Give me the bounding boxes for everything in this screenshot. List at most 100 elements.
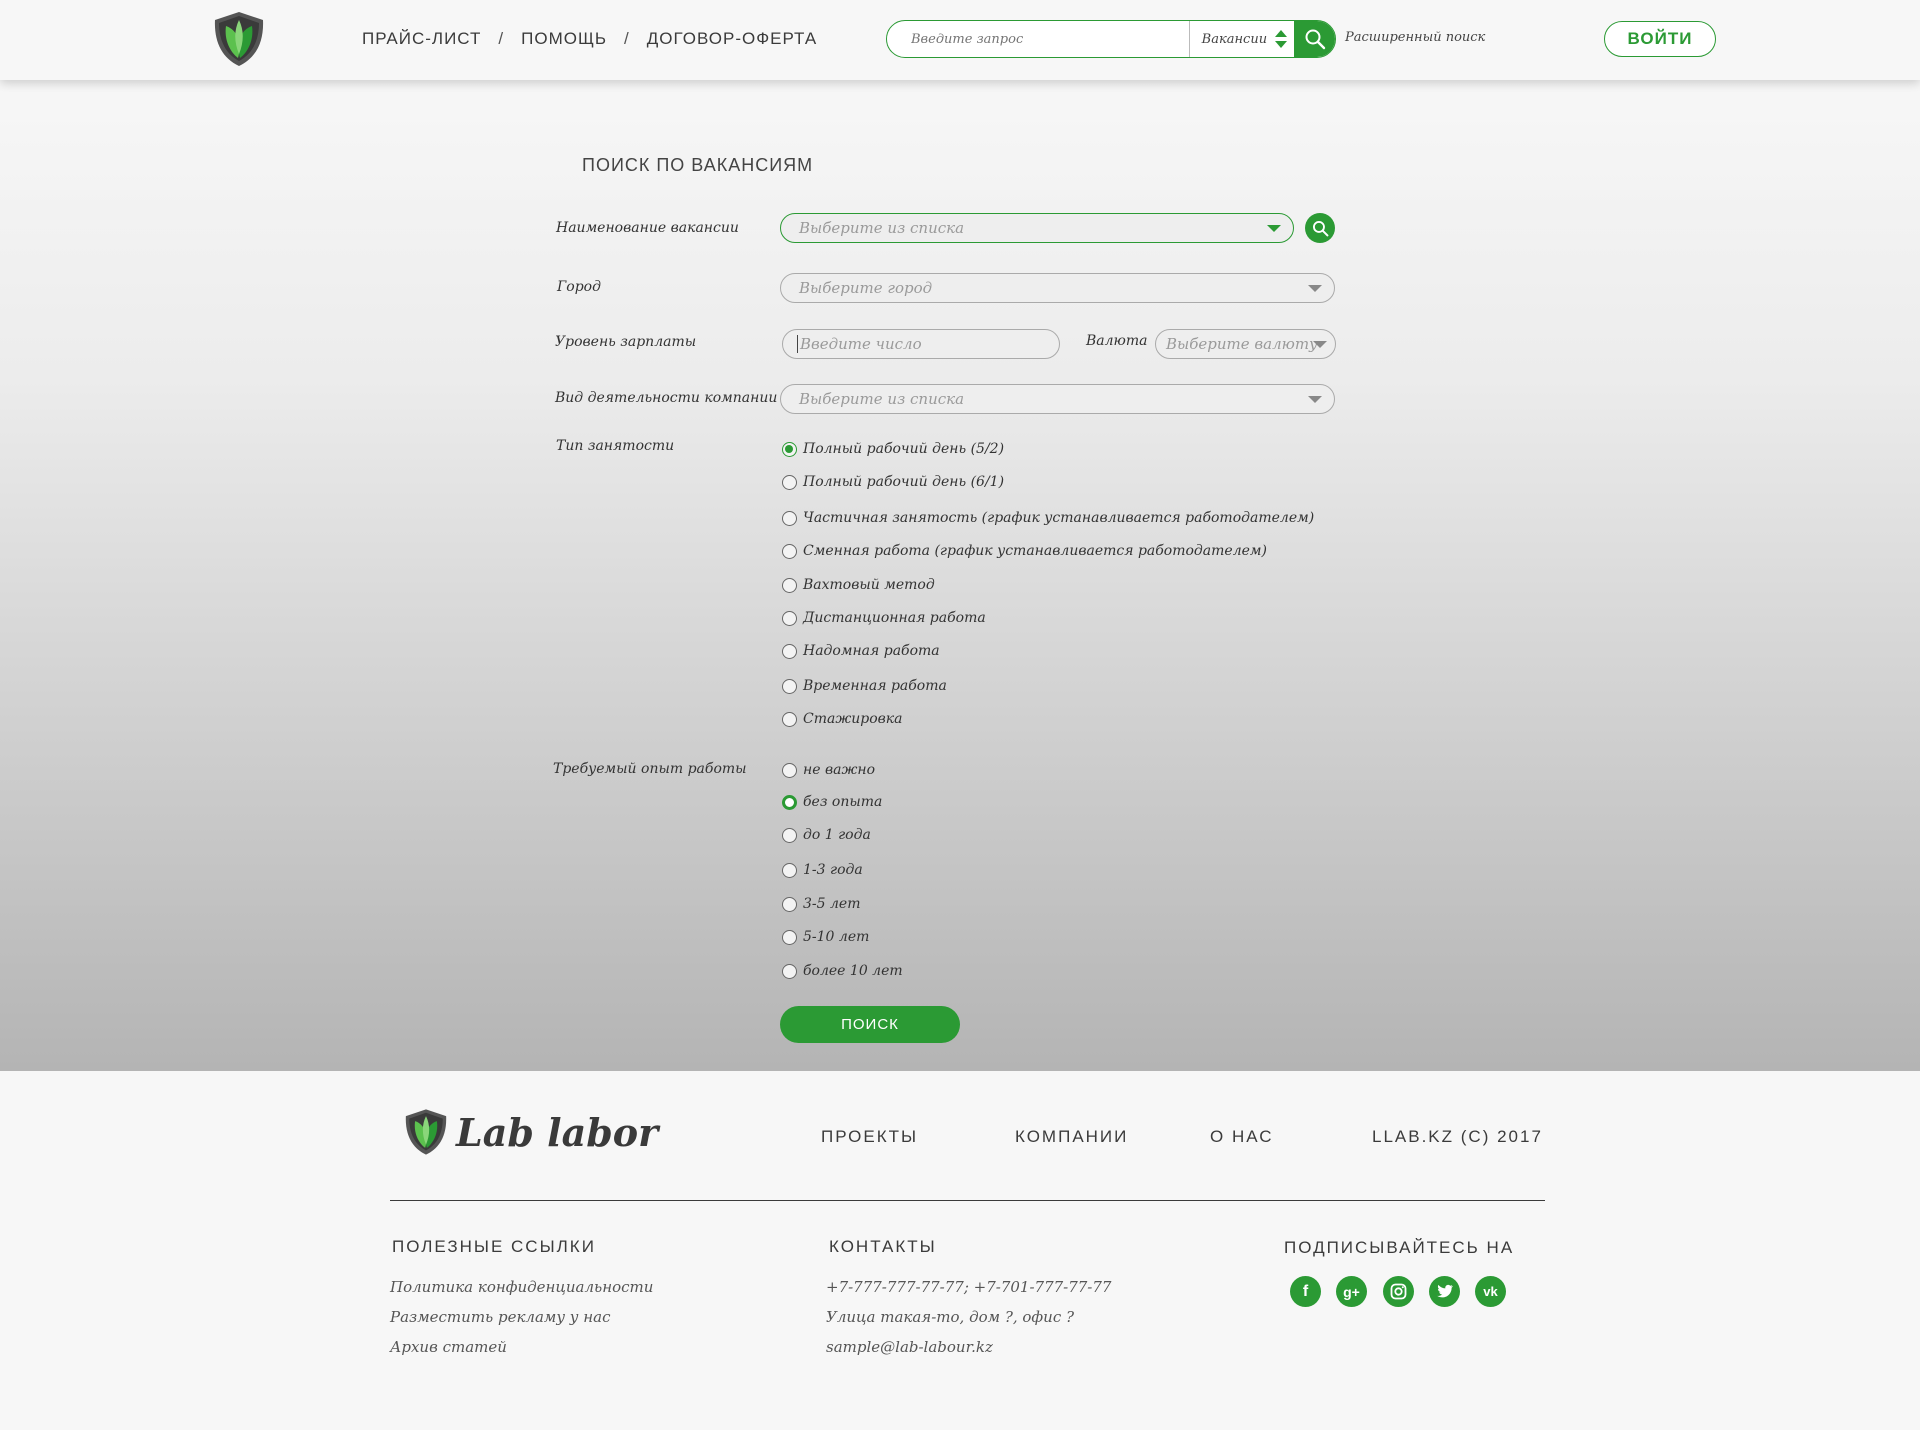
experience-option-label: до 1 года: [803, 827, 871, 843]
contact-address: Улица такая-то, дом ?, офис ?: [826, 1308, 1075, 1326]
footer-logo[interactable]: Lab labor: [400, 1106, 658, 1158]
employment-option[interactable]: Стажировка: [782, 711, 903, 727]
advertise-link[interactable]: Разместить рекламу у нас: [390, 1308, 611, 1326]
employment-label: Тип занятости: [556, 438, 675, 454]
employment-option[interactable]: Сменная работа (график устанавливается р…: [782, 543, 1267, 559]
nav-help[interactable]: ПОМОЩЬ: [521, 29, 607, 49]
employment-option-label: Полный рабочий день (5/2): [803, 441, 1005, 457]
vacancy-select[interactable]: Выберите из списка: [780, 213, 1294, 243]
footer-nav-companies[interactable]: КОМПАНИИ: [1015, 1127, 1128, 1147]
experience-option[interactable]: не важно: [782, 762, 875, 778]
radio-icon[interactable]: [782, 543, 797, 559]
experience-option[interactable]: 3-5 лет: [782, 896, 860, 912]
employment-option[interactable]: Дистанционная работа: [782, 610, 986, 626]
experience-option[interactable]: без опыта: [782, 794, 882, 810]
nav-separator: /: [498, 29, 505, 48]
privacy-policy-link[interactable]: Политика конфиденциальности: [390, 1278, 653, 1296]
employment-option-label: Сменная работа (график устанавливается р…: [803, 543, 1267, 559]
vacancy-placeholder: Выберите из списка: [799, 219, 965, 237]
vacancy-search-button[interactable]: [1305, 213, 1335, 243]
login-button[interactable]: ВОЙТИ: [1604, 21, 1716, 57]
subscribe-title: ПОДПИСЫВАЙТЕСЬ НА: [1284, 1238, 1515, 1257]
chevron-down-icon: [1308, 285, 1322, 292]
vk-icon[interactable]: vk: [1475, 1276, 1506, 1307]
facebook-icon[interactable]: f: [1290, 1276, 1321, 1307]
employment-option[interactable]: Надомная работа: [782, 643, 940, 659]
radio-icon[interactable]: [782, 643, 797, 659]
experience-option-label: 5-10 лет: [803, 929, 870, 945]
employment-option[interactable]: Частичная занятость (график устанавливае…: [782, 510, 1314, 526]
chevron-down-icon: [1308, 396, 1322, 403]
currency-placeholder: Выберите валюту: [1166, 335, 1318, 353]
currency-select[interactable]: Выберите валюту: [1155, 329, 1336, 359]
radio-icon[interactable]: [782, 862, 797, 878]
employment-option[interactable]: Полный рабочий день (5/2): [782, 441, 1004, 457]
radio-icon[interactable]: [782, 610, 797, 626]
footer-nav-projects[interactable]: ПРОЕКТЫ: [821, 1127, 918, 1147]
city-placeholder: Выберите город: [799, 279, 933, 297]
city-select[interactable]: Выберите город: [780, 273, 1335, 303]
salary-label: Уровень зарплаты: [555, 334, 697, 350]
radio-icon[interactable]: [782, 711, 797, 727]
radio-icon[interactable]: [782, 929, 797, 945]
experience-option-label: более 10 лет: [803, 963, 903, 979]
radio-icon[interactable]: [782, 896, 797, 912]
useful-links-title: ПОЛЕЗНЫЕ ССЫЛКИ: [392, 1237, 596, 1256]
radio-icon[interactable]: [782, 510, 797, 526]
search-category-select[interactable]: Вакансии: [1188, 21, 1295, 57]
contact-email[interactable]: sample@lab-labour.kz: [826, 1338, 993, 1356]
radio-checked-icon[interactable]: [782, 441, 797, 457]
google-plus-icon[interactable]: g+: [1336, 1276, 1367, 1307]
employment-option-label: Полный рабочий день (6/1): [803, 474, 1005, 490]
contact-phones: +7-777-777-77-77; +7-701-777-77-77: [826, 1278, 1112, 1296]
currency-label: Валюта: [1086, 333, 1148, 349]
radio-icon[interactable]: [782, 474, 797, 490]
salary-placeholder: Введите число: [797, 335, 922, 353]
experience-option[interactable]: более 10 лет: [782, 963, 903, 979]
top-nav: ПРАЙС-ЛИСТ / ПОМОЩЬ / ДОГОВОР-ОФЕРТА: [362, 29, 817, 49]
radio-icon[interactable]: [782, 577, 797, 593]
contacts-title: КОНТАКТЫ: [829, 1237, 937, 1256]
employment-option[interactable]: Временная работа: [782, 678, 947, 694]
search-icon: [1312, 220, 1328, 236]
salary-input[interactable]: Введите число: [782, 329, 1060, 359]
radio-checked-icon[interactable]: [782, 794, 797, 810]
activity-placeholder: Выберите из списка: [799, 390, 965, 408]
radio-icon[interactable]: [782, 963, 797, 979]
experience-option-label: не важно: [803, 762, 876, 778]
experience-option[interactable]: до 1 года: [782, 827, 871, 843]
search-submit-button[interactable]: ПОИСК: [780, 1006, 960, 1043]
employment-option-label: Надомная работа: [803, 643, 940, 659]
header-search-input[interactable]: [887, 21, 1189, 57]
chevron-down-icon: [1313, 341, 1327, 348]
radio-icon[interactable]: [782, 762, 797, 778]
advanced-search-link[interactable]: Расширенный поиск: [1345, 30, 1485, 45]
instagram-glyph: [1390, 1283, 1407, 1300]
search-category-value: Вакансии: [1201, 31, 1268, 47]
nav-price-list[interactable]: ПРАЙС-ЛИСТ: [362, 29, 481, 49]
twitter-icon[interactable]: [1429, 1276, 1460, 1307]
experience-option[interactable]: 1-3 года: [782, 862, 863, 878]
radio-icon[interactable]: [782, 827, 797, 843]
header-search-button[interactable]: [1294, 21, 1335, 57]
articles-archive-link[interactable]: Архив статей: [390, 1338, 507, 1356]
search-icon: [1305, 29, 1325, 50]
experience-option[interactable]: 5-10 лет: [782, 929, 869, 945]
city-label: Город: [557, 279, 601, 295]
twitter-glyph: [1436, 1284, 1453, 1298]
activity-select[interactable]: Выберите из списка: [780, 384, 1335, 414]
page-title: ПОИСК ПО ВАКАНСИЯМ: [582, 155, 814, 175]
site-footer: Lab labor ПРОЕКТЫ КОМПАНИИ О НАС LLAB.KZ…: [0, 1071, 1920, 1430]
logo-shield-icon[interactable]: [208, 8, 270, 70]
employment-option[interactable]: Вахтовый метод: [782, 577, 935, 593]
footer-nav-about[interactable]: О НАС: [1210, 1127, 1273, 1147]
chevron-down-icon: [1267, 225, 1281, 232]
employment-option-label: Стажировка: [803, 711, 903, 727]
employment-option-label: Вахтовый метод: [803, 577, 935, 593]
employment-option-label: Дистанционная работа: [803, 610, 986, 626]
nav-offer-agreement[interactable]: ДОГОВОР-ОФЕРТА: [647, 29, 817, 49]
radio-icon[interactable]: [782, 678, 797, 694]
instagram-icon[interactable]: [1383, 1276, 1414, 1307]
employment-option[interactable]: Полный рабочий день (6/1): [782, 474, 1004, 490]
footer-divider: [390, 1200, 1545, 1201]
